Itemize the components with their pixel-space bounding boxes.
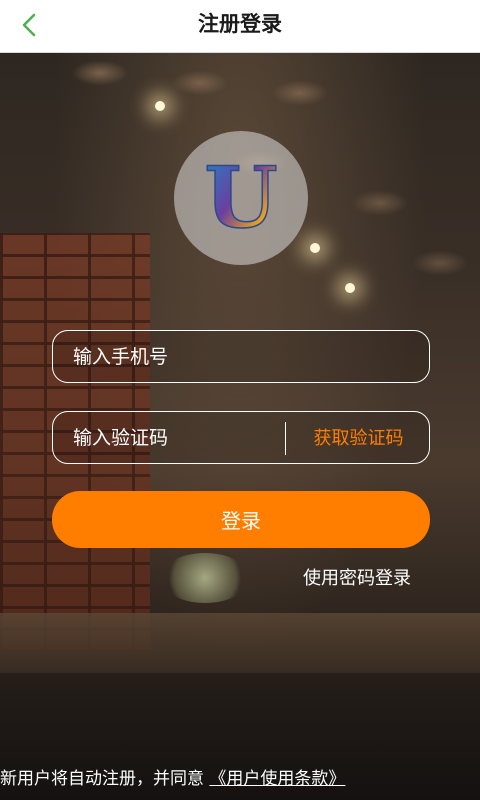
password-login-link[interactable]: 使用密码登录 bbox=[303, 564, 411, 590]
plant-decoration bbox=[160, 553, 250, 603]
top-bar: 注册登录 bbox=[0, 0, 480, 53]
terms-text: 新用户将自动注册，并同意 bbox=[0, 769, 204, 789]
terms-notice: 新用户将自动注册，并同意 《用户使用条款》 bbox=[0, 764, 345, 789]
phone-input[interactable] bbox=[53, 344, 295, 369]
app-logo: U bbox=[174, 131, 308, 265]
terms-link[interactable]: 《用户使用条款》 bbox=[209, 769, 345, 789]
page-title: 注册登录 bbox=[198, 12, 282, 36]
phone-field-container bbox=[52, 330, 430, 383]
verification-code-input[interactable] bbox=[53, 425, 295, 450]
code-field-container: 获取验证码 bbox=[52, 411, 430, 464]
login-button[interactable]: 登录 bbox=[52, 491, 430, 548]
get-code-button[interactable]: 获取验证码 bbox=[286, 412, 431, 462]
logo-u-icon: U bbox=[204, 153, 279, 243]
table-decoration bbox=[0, 613, 480, 673]
logo-letter: U bbox=[204, 153, 277, 243]
